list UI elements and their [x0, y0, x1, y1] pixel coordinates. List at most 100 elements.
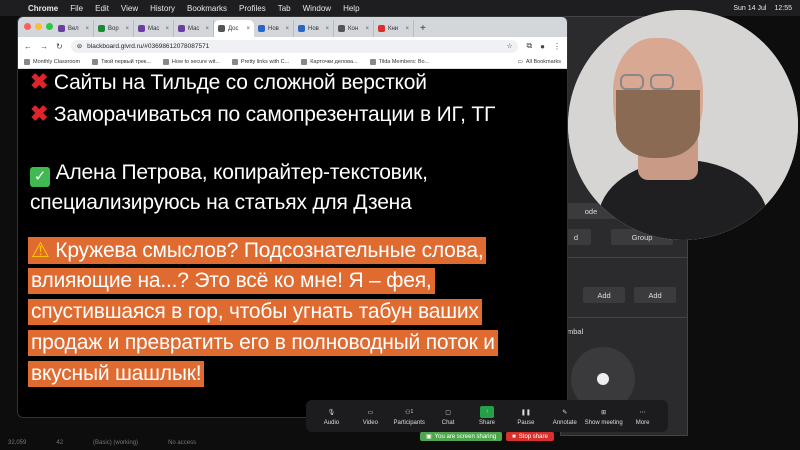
url-text[interactable]: blackboard.glvrd.ru/#03698612078087571 [87, 43, 209, 50]
tab-favicon [218, 25, 225, 32]
menu-window[interactable]: Window [303, 4, 331, 13]
tab-favicon [258, 25, 265, 32]
menu-edit[interactable]: Edit [95, 4, 109, 13]
menu-profiles[interactable]: Profiles [239, 4, 266, 13]
share-button[interactable]: ↑ Share [468, 406, 507, 426]
status-access: No access [168, 440, 197, 446]
tab-favicon [98, 25, 105, 32]
webcam-video[interactable] [568, 10, 798, 240]
browser-tab-8[interactable]: Кон × [334, 20, 374, 37]
forward-icon[interactable]: → [40, 42, 48, 51]
tab-favicon [178, 25, 185, 32]
microphone-icon: 🎙︎ [327, 409, 336, 416]
browser-tab-4[interactable]: Мас × [174, 20, 214, 37]
all-bookmarks-link[interactable]: ▭ All Bookmarks [518, 59, 561, 65]
browser-tab-7[interactable]: Нов × [294, 20, 334, 37]
close-tab-icon[interactable]: × [365, 26, 369, 32]
menu-history[interactable]: History [150, 4, 175, 13]
slide-content: ✖ Сайты на Тильде со сложной версткой ✖ … [18, 69, 567, 417]
add-button-1[interactable]: Add [583, 287, 625, 303]
bookmark-item[interactable]: How to secure wit... [162, 58, 220, 65]
section-label: mbal [567, 327, 584, 336]
close-tab-icon[interactable]: × [125, 26, 129, 32]
status-value: 32,059 [8, 440, 27, 446]
cross-mark-icon: ✖ [30, 69, 49, 94]
menu-file[interactable]: File [70, 4, 83, 13]
menu-app-name[interactable]: Chrome [28, 4, 58, 13]
menu-view[interactable]: View [121, 4, 138, 13]
show-meeting-button[interactable]: ⊞ Show meeting [584, 406, 623, 427]
reload-icon[interactable]: ↻ [56, 42, 63, 51]
close-window-icon[interactable] [24, 23, 31, 30]
more-icon: ⋯ [639, 409, 646, 416]
share-screen-icon: ↑ [480, 406, 494, 418]
menu-tab[interactable]: Tab [278, 4, 291, 13]
video-button[interactable]: ▭ Video [351, 406, 390, 427]
browser-tab-active[interactable]: Дос × [214, 20, 254, 37]
bookmark-item[interactable]: Monthly Classroom [24, 58, 80, 65]
bookmark-favicon [231, 58, 238, 65]
glasses-icon [650, 74, 674, 90]
pen-icon: ✎ [562, 409, 568, 416]
highlight-line-4: продаж и превратить его в полноводный по… [28, 330, 498, 356]
meeting-grid-icon: ⊞ [601, 409, 607, 416]
bookmark-favicon [24, 58, 30, 65]
browser-tab-6[interactable]: Нов × [254, 20, 294, 37]
bookmark-item[interactable]: Tilda Members: Bo... [369, 58, 429, 65]
highlight-line-3: спустившаяся в гор, чтобы угнать табун в… [28, 299, 482, 325]
close-tab-icon[interactable]: × [405, 26, 409, 32]
close-tab-icon[interactable]: × [85, 26, 89, 32]
zoom-window-icon[interactable] [46, 23, 53, 30]
tab-favicon [378, 25, 385, 32]
audio-button[interactable]: 🎙︎ Audio [312, 406, 351, 427]
annotate-button[interactable]: ✎ Annotate [545, 406, 584, 427]
address-bar[interactable]: ⊜ blackboard.glvrd.ru/#03698612078087571… [70, 39, 519, 53]
tab-favicon [58, 25, 65, 32]
warning-icon: ⚠ [31, 239, 50, 262]
bookmark-favicon [92, 58, 99, 65]
stop-share-button[interactable]: ■ Stop share [506, 432, 554, 441]
add-button-2[interactable]: Add [634, 287, 676, 303]
highlight-line-5: вкусный шашлык! [28, 361, 205, 387]
extensions-icon[interactable]: ⧉ [526, 41, 532, 51]
browser-tab-3[interactable]: Мас × [134, 20, 174, 37]
close-tab-icon[interactable]: × [165, 26, 169, 32]
browser-tab-9[interactable]: Кни × [374, 20, 414, 37]
sharing-status-bar: ▣ You are screen sharing ■ Stop share [420, 432, 554, 441]
minimize-window-icon[interactable] [35, 23, 42, 30]
bookmark-favicon [162, 58, 169, 65]
menu-bookmarks[interactable]: Bookmarks [187, 4, 227, 13]
person-beard [616, 90, 700, 158]
participants-icon: ⚇ 1 [405, 409, 414, 416]
close-tab-icon[interactable]: × [246, 26, 250, 32]
menu-help[interactable]: Help [343, 4, 359, 13]
site-info-icon[interactable]: ⊜ [77, 42, 82, 50]
screen-sharing-indicator: ▣ You are screen sharing [420, 432, 503, 441]
underlying-status-bar: 32,059 42 (Basic) (working) No access [0, 436, 420, 450]
bookmark-star-icon[interactable]: ☆ [507, 42, 513, 50]
camera-icon: ▭ [367, 409, 374, 416]
window-controls [24, 23, 53, 30]
close-tab-icon[interactable]: × [205, 26, 209, 32]
new-tab-icon[interactable]: + [420, 23, 426, 34]
bookmark-item[interactable]: Pretty links with C... [231, 58, 289, 65]
joystick-knob[interactable] [597, 373, 609, 385]
slide-line-3: ✓ Алена Петрова, копирайтер-текстовик, [30, 161, 428, 187]
close-tab-icon[interactable]: × [285, 26, 289, 32]
tab-favicon [298, 25, 305, 32]
close-tab-icon[interactable]: × [325, 26, 329, 32]
check-mark-icon: ✓ [30, 167, 50, 187]
status-value: 42 [56, 440, 64, 446]
tab-favicon [138, 25, 145, 32]
browser-tab-2[interactable]: Вор × [94, 20, 134, 37]
browser-tab-1[interactable]: Вел × [54, 20, 94, 37]
participants-button[interactable]: ⚇ 1 Participants [390, 406, 429, 426]
chat-button[interactable]: ▢ Chat [429, 406, 468, 427]
more-button[interactable]: ⋯ More [623, 406, 662, 427]
pause-button[interactable]: ❚❚ Pause [506, 406, 545, 427]
bookmark-item[interactable]: Карточки делова... [301, 58, 358, 65]
back-icon[interactable]: ← [24, 42, 32, 51]
kebab-menu-icon[interactable]: ⋮ [553, 42, 561, 51]
bookmark-item[interactable]: Твой первый трек... [92, 58, 151, 65]
profile-avatar[interactable]: ● [540, 42, 545, 51]
